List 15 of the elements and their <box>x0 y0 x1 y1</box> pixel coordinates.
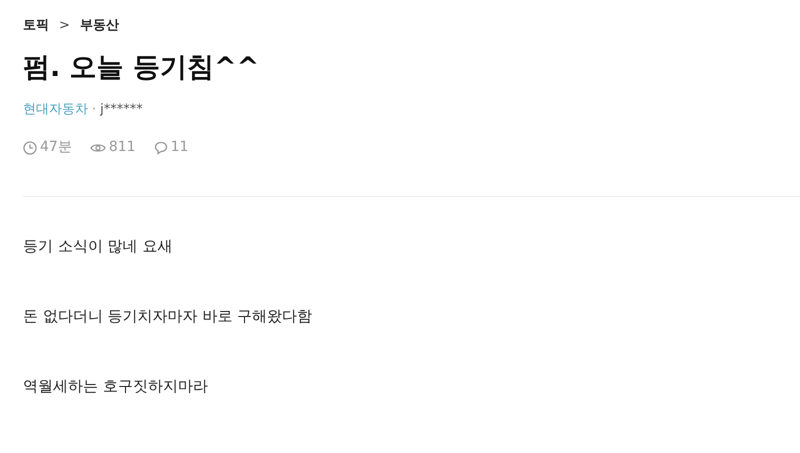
eye-icon <box>90 142 106 154</box>
comment-count: 11 <box>170 138 188 157</box>
author-name: j****** <box>100 100 143 118</box>
body-paragraph: 돈 없다더니 등기치자마자 바로 구해왔다함 <box>23 306 314 327</box>
breadcrumb-link[interactable]: 토픽 <box>23 16 49 36</box>
meta-separator: · <box>92 100 96 118</box>
clock-icon <box>23 140 37 154</box>
body-paragraph: 등기 소식이 많네 요새 <box>23 236 174 257</box>
body-paragraph: 역월세하는 호구짓하지마라 <box>23 376 209 397</box>
breadcrumb-separator: > <box>59 17 70 35</box>
post-time: 47분 <box>40 138 72 157</box>
speech-bubble-icon <box>154 140 168 154</box>
post-title: 펌. 오늘 등기침^^ <box>23 50 260 84</box>
view-count: 811 <box>108 138 136 157</box>
breadcrumb-link[interactable]: 부동산 <box>80 16 119 36</box>
